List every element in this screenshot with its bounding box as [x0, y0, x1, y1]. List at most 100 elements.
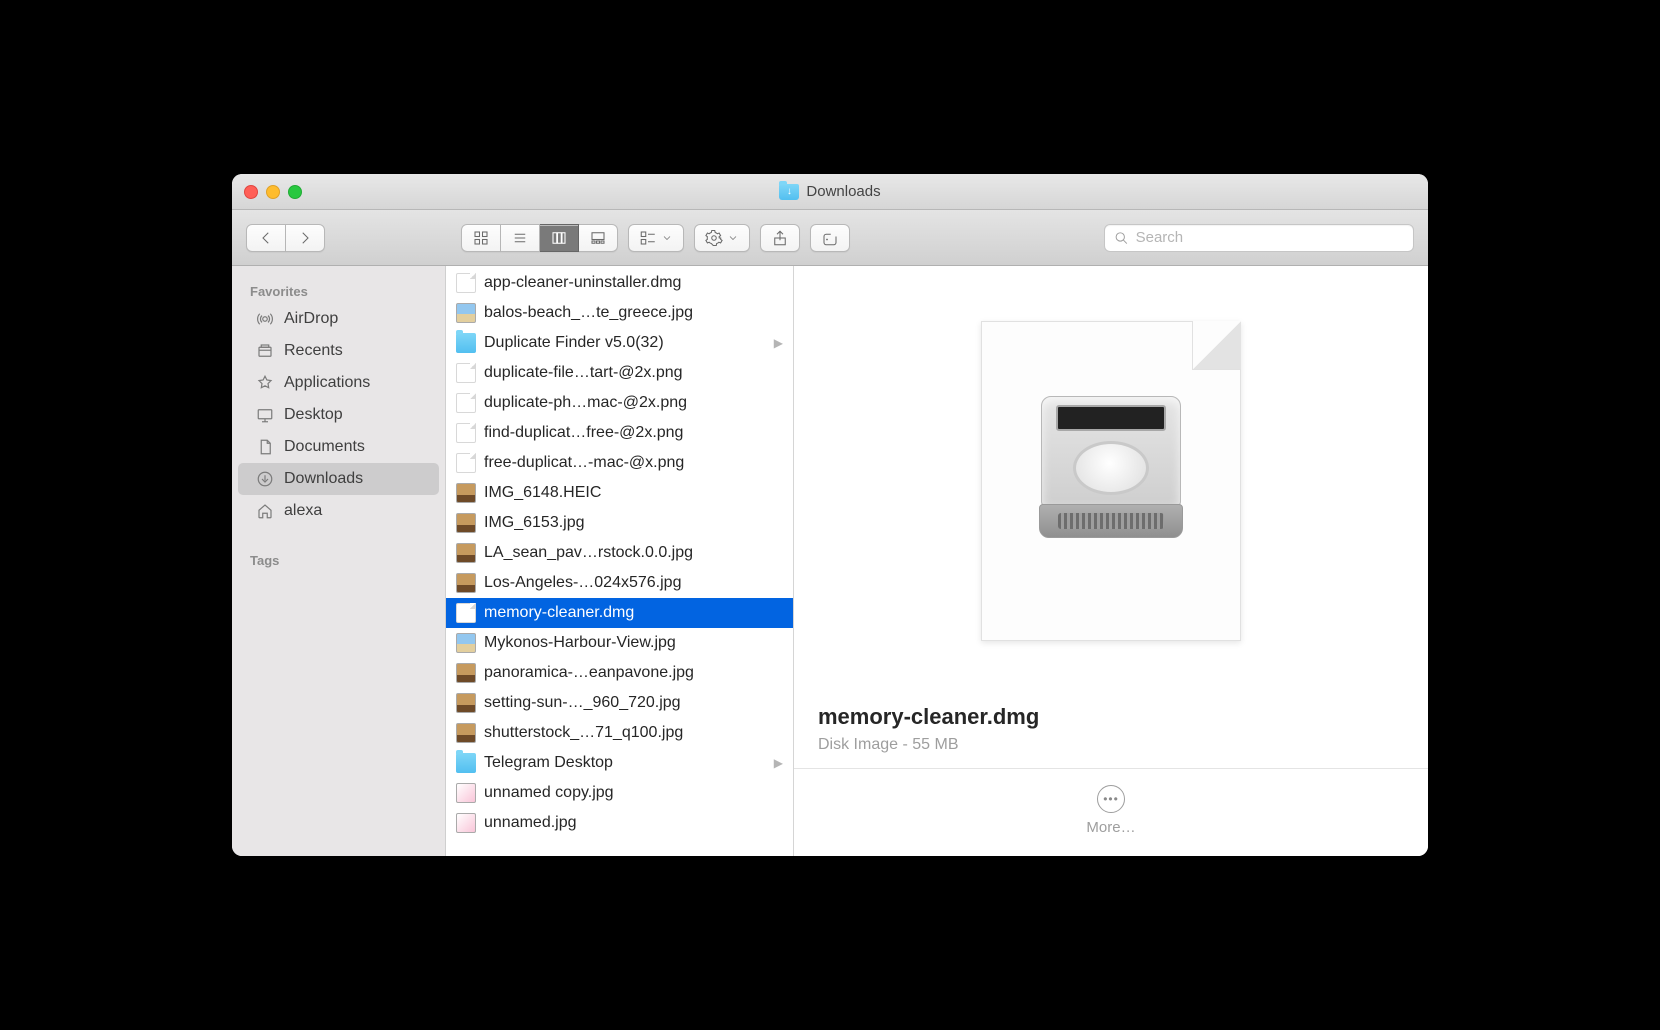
minimize-window-button[interactable] [266, 185, 280, 199]
sidebar-item-label: Applications [284, 374, 370, 392]
gear-icon [705, 229, 723, 247]
columns-icon [550, 229, 568, 247]
documents-icon [254, 436, 276, 458]
folder-arrow-icon: ▶ [774, 751, 783, 775]
file-row[interactable]: shutterstock_…71_q100.jpg [446, 718, 793, 748]
window-title: Downloads [779, 183, 880, 200]
file-name-label: duplicate-file…tart-@2x.png [484, 361, 683, 385]
search-input[interactable] [1136, 229, 1405, 246]
share-icon [771, 229, 789, 247]
preview-subtitle: Disk Image - 55 MB [818, 736, 1404, 754]
view-mode-buttons [461, 224, 618, 252]
file-row[interactable]: setting-sun-…_960_720.jpg [446, 688, 793, 718]
airdrop-icon [254, 308, 276, 330]
file-thumb-icon [456, 663, 476, 683]
file-thumb-icon [456, 603, 476, 623]
file-thumb-icon [456, 363, 476, 383]
more-actions-label: More… [1086, 819, 1135, 836]
desktop-icon [254, 404, 276, 426]
file-thumb-icon [456, 813, 476, 833]
file-thumb-icon [456, 693, 476, 713]
view-gallery-button[interactable] [579, 224, 618, 252]
preview-actions: ••• More… [794, 768, 1428, 856]
preview-pane: memory-cleaner.dmg Disk Image - 55 MB ••… [794, 266, 1428, 856]
file-row[interactable]: IMG_6148.HEIC [446, 478, 793, 508]
forward-button[interactable] [286, 224, 325, 252]
action-menu-button[interactable] [694, 224, 750, 252]
sidebar-item-alexa[interactable]: alexa [238, 495, 439, 527]
zoom-window-button[interactable] [288, 185, 302, 199]
file-row[interactable]: unnamed copy.jpg [446, 778, 793, 808]
sidebar-item-airdrop[interactable]: AirDrop [238, 303, 439, 335]
view-list-button[interactable] [501, 224, 540, 252]
sidebar-item-downloads[interactable]: Downloads [238, 463, 439, 495]
file-name-label: panoramica-…eanpavone.jpg [484, 661, 694, 685]
group-by-button[interactable] [628, 224, 684, 252]
chevron-down-icon [727, 229, 739, 247]
file-row[interactable]: memory-cleaner.dmg [446, 598, 793, 628]
file-list-column[interactable]: app-cleaner-uninstaller.dmgbalos-beach_…… [446, 266, 794, 856]
sidebar-item-desktop[interactable]: Desktop [238, 399, 439, 431]
close-window-button[interactable] [244, 185, 258, 199]
file-row[interactable]: Los-Angeles-…024x576.jpg [446, 568, 793, 598]
sidebar-item-applications[interactable]: Applications [238, 367, 439, 399]
file-preview-icon [981, 321, 1241, 641]
file-name-label: free-duplicat…-mac-@x.png [484, 451, 684, 475]
sidebar-item-label: Recents [284, 342, 343, 360]
file-name-label: shutterstock_…71_q100.jpg [484, 721, 683, 745]
file-thumb-icon [456, 393, 476, 413]
file-thumb-icon [456, 723, 476, 743]
file-name-label: IMG_6153.jpg [484, 511, 585, 535]
tags-button[interactable] [810, 224, 850, 252]
file-row[interactable]: duplicate-ph…mac-@2x.png [446, 388, 793, 418]
file-row[interactable]: free-duplicat…-mac-@x.png [446, 448, 793, 478]
sidebar-item-label: Downloads [284, 470, 363, 488]
file-row[interactable]: panoramica-…eanpavone.jpg [446, 658, 793, 688]
sidebar-item-label: Desktop [284, 406, 343, 424]
more-actions-button[interactable]: ••• [1097, 785, 1125, 813]
file-row[interactable]: find-duplicat…free-@2x.png [446, 418, 793, 448]
file-name-label: Telegram Desktop [484, 751, 613, 775]
file-row[interactable]: unnamed.jpg [446, 808, 793, 838]
file-row[interactable]: balos-beach_…te_greece.jpg [446, 298, 793, 328]
file-thumb-icon [456, 783, 476, 803]
file-name-label: Duplicate Finder v5.0(32) [484, 331, 664, 355]
group-icon [639, 229, 657, 247]
view-columns-button[interactable] [540, 224, 579, 252]
list-icon [511, 229, 529, 247]
traffic-lights [244, 185, 302, 199]
file-thumb-icon [456, 573, 476, 593]
file-name-label: find-duplicat…free-@2x.png [484, 421, 683, 445]
file-thumb-icon [456, 333, 476, 353]
grid-icon [472, 229, 490, 247]
search-icon [1113, 229, 1130, 247]
file-row[interactable]: Duplicate Finder v5.0(32)▶ [446, 328, 793, 358]
file-name-label: Los-Angeles-…024x576.jpg [484, 571, 681, 595]
file-thumb-icon [456, 303, 476, 323]
file-row[interactable]: Mykonos-Harbour-View.jpg [446, 628, 793, 658]
tags-heading: Tags [232, 545, 445, 572]
file-row[interactable]: app-cleaner-uninstaller.dmg [446, 268, 793, 298]
apps-icon [254, 372, 276, 394]
file-name-label: Mykonos-Harbour-View.jpg [484, 631, 676, 655]
file-row[interactable]: Telegram Desktop ▶ [446, 748, 793, 778]
favorites-heading: Favorites [232, 276, 445, 303]
share-button[interactable] [760, 224, 800, 252]
search-field[interactable] [1104, 224, 1414, 252]
disk-image-icon [1036, 396, 1186, 566]
sidebar-item-recents[interactable]: Recents [238, 335, 439, 367]
file-thumb-icon [456, 423, 476, 443]
back-button[interactable] [246, 224, 286, 252]
finder-body: Favorites AirDrop Recents Applications Desk… [232, 266, 1428, 856]
chevron-left-icon [257, 229, 275, 247]
file-row[interactable]: duplicate-file…tart-@2x.png [446, 358, 793, 388]
view-icons-button[interactable] [461, 224, 501, 252]
downloads-icon [254, 468, 276, 490]
preview-thumbnail-area [794, 266, 1428, 696]
sidebar-item-label: Documents [284, 438, 365, 456]
file-row[interactable]: LA_sean_pav…rstock.0.0.jpg [446, 538, 793, 568]
group-by-button-group [628, 224, 684, 252]
sidebar-item-documents[interactable]: Documents [238, 431, 439, 463]
file-row[interactable]: IMG_6153.jpg [446, 508, 793, 538]
chevron-right-icon [296, 229, 314, 247]
